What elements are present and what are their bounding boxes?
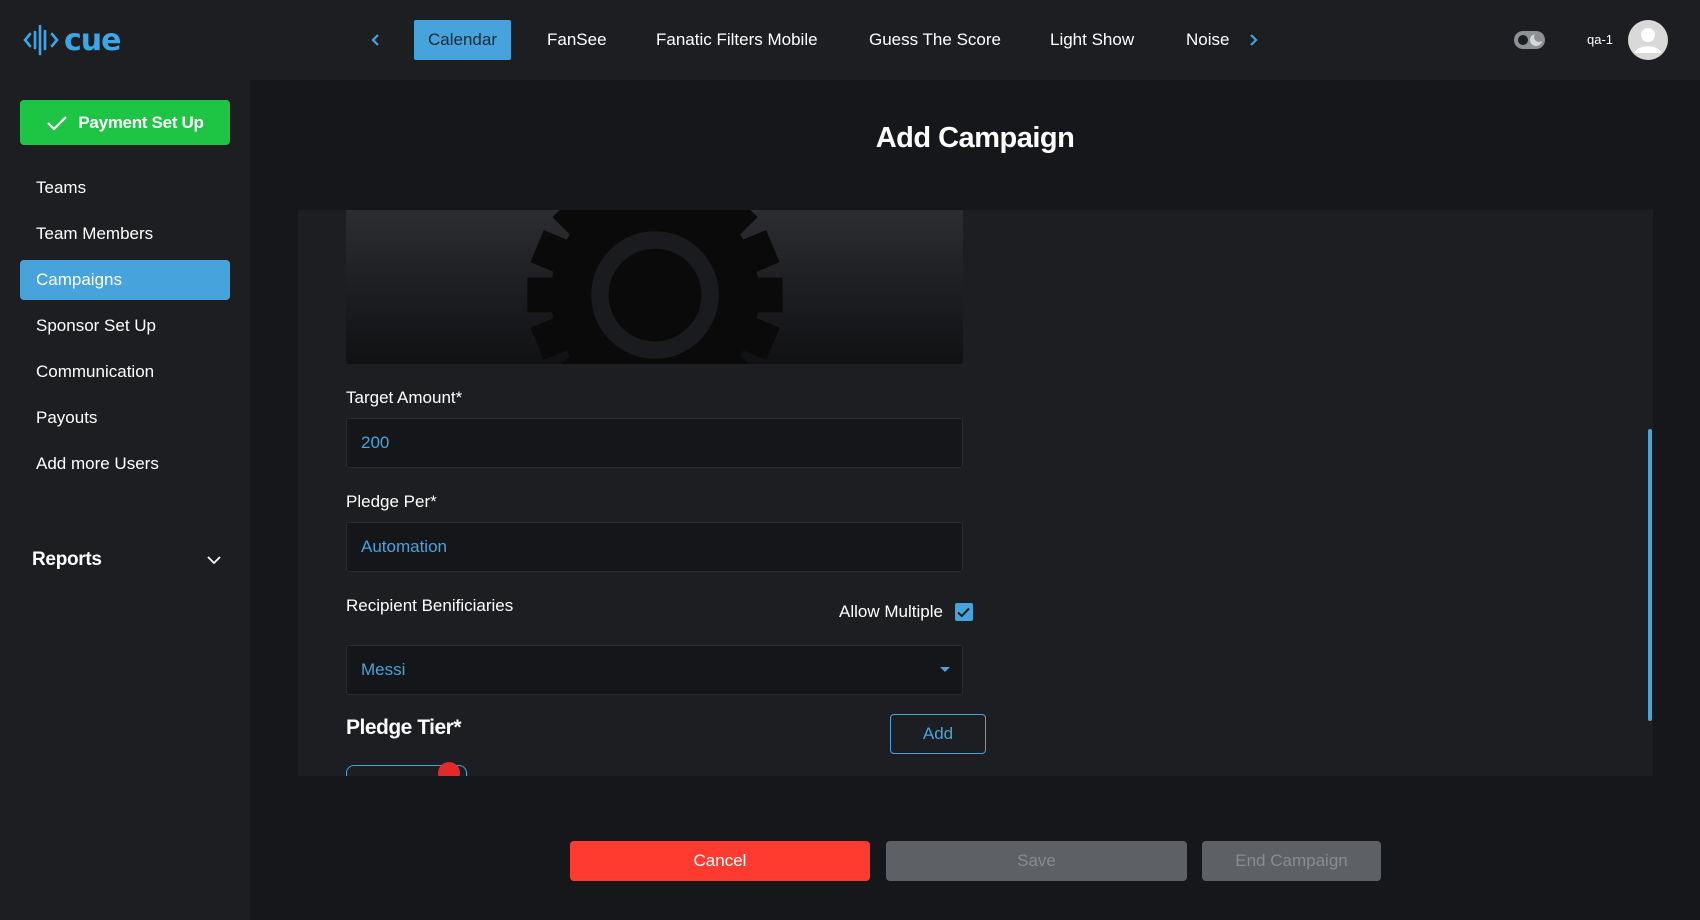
pledge-tier-label: Pledge Tier*	[346, 716, 462, 739]
campaign-image-preview[interactable]	[346, 210, 963, 364]
target-amount-input[interactable]: 200	[346, 418, 963, 468]
chevron-left-icon[interactable]	[365, 28, 387, 52]
payment-setup-button[interactable]: Payment Set Up	[20, 100, 230, 145]
logo-text: cue	[64, 22, 121, 58]
tab-guess-the-score[interactable]: Guess The Score	[869, 20, 1001, 60]
chevron-right-icon[interactable]	[1242, 28, 1264, 52]
add-pledge-tier-button[interactable]: Add	[890, 714, 986, 754]
recipient-select[interactable]: Messi	[346, 645, 963, 695]
sidebar-item-teams[interactable]: Teams	[20, 168, 230, 208]
page-title: Add Campaign	[875, 122, 1075, 154]
target-amount-label: Target Amount*	[346, 388, 463, 407]
logo[interactable]: cue	[22, 20, 121, 60]
sidebar-item-sponsor-setup[interactable]: Sponsor Set Up	[20, 306, 230, 346]
checkmark-icon	[47, 115, 68, 131]
gear-icon	[527, 210, 783, 364]
form-scrollbar[interactable]	[1648, 429, 1652, 721]
pledge-per-input[interactable]: Automation	[346, 522, 963, 572]
end-campaign-button[interactable]: End Campaign	[1202, 841, 1381, 881]
tab-fanatic-filters-mobile[interactable]: Fanatic Filters Mobile	[656, 20, 818, 60]
sidebar-item-campaigns[interactable]: Campaigns	[20, 260, 230, 300]
allow-multiple-label: Allow Multiple	[839, 602, 943, 621]
save-button[interactable]: Save	[886, 841, 1187, 881]
sidebar-reports-toggle[interactable]: Reports	[32, 545, 222, 575]
tab-calendar[interactable]: Calendar	[414, 20, 511, 60]
sidebar-item-add-more-users[interactable]: Add more Users	[20, 444, 230, 484]
chevron-down-icon	[207, 556, 221, 565]
top-bar: cue Calendar FanSee Fanatic Filters Mobi…	[0, 0, 1700, 80]
tab-light-show[interactable]: Light Show	[1050, 20, 1134, 60]
sidebar-item-payouts[interactable]: Payouts	[20, 398, 230, 438]
logo-mark-icon	[23, 24, 59, 56]
pledge-per-label: Pledge Per*	[346, 492, 437, 511]
tab-fansee[interactable]: FanSee	[547, 20, 607, 60]
main-content: Add Campaign Target Amount* 200 Pledge P…	[250, 80, 1700, 920]
caret-down-icon	[940, 667, 950, 672]
user-avatar-icon[interactable]	[1628, 20, 1668, 60]
recipient-beneficiaries-label: Recipient Benificiaries	[346, 596, 514, 615]
payment-setup-label: Payment Set Up	[78, 112, 204, 132]
sidebar: Payment Set Up Teams Team Members Campai…	[0, 80, 250, 920]
recipient-select-value: Messi	[361, 660, 406, 679]
sidebar-item-communication[interactable]: Communication	[20, 352, 230, 392]
allow-multiple-checkbox[interactable]	[954, 603, 973, 621]
tab-noise[interactable]: Noise	[1186, 20, 1229, 60]
theme-toggle-icon[interactable]	[1514, 30, 1545, 50]
user-name[interactable]: qa-1	[1587, 32, 1613, 47]
reports-label: Reports	[32, 549, 102, 570]
cancel-button[interactable]: Cancel	[570, 841, 870, 881]
check-icon	[957, 607, 971, 617]
campaign-form: Target Amount* 200 Pledge Per* Automatio…	[298, 210, 1653, 776]
sidebar-item-team-members[interactable]: Team Members	[20, 214, 230, 254]
allow-multiple-control[interactable]: Allow Multiple	[839, 602, 973, 622]
